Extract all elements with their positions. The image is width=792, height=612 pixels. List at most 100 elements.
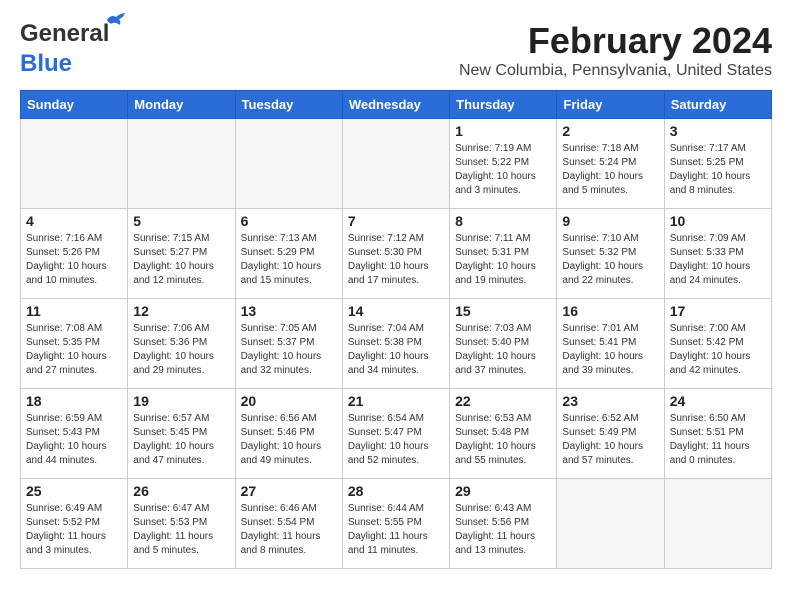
day-number: 25	[26, 483, 122, 499]
day-number: 5	[133, 213, 229, 229]
weekday-header: Saturday	[664, 91, 771, 119]
day-number: 3	[670, 123, 766, 139]
calendar-table: SundayMondayTuesdayWednesdayThursdayFrid…	[20, 90, 772, 569]
calendar-cell: 26Sunrise: 6:47 AMSunset: 5:53 PMDayligh…	[128, 479, 235, 569]
day-info: Sunrise: 6:54 AMSunset: 5:47 PMDaylight:…	[348, 412, 444, 468]
logo: General Blue	[20, 20, 109, 78]
day-info: Sunrise: 7:01 AMSunset: 5:41 PMDaylight:…	[562, 322, 658, 378]
day-number: 29	[455, 483, 551, 499]
day-info: Sunrise: 7:19 AMSunset: 5:22 PMDaylight:…	[455, 142, 551, 198]
calendar-cell: 28 Sunrise: 6:44 AMSunset: 5:55 PMDayligh…	[342, 479, 449, 569]
location-subtitle: New Columbia, Pennsylvania, United State…	[459, 62, 772, 80]
day-info: Sunrise: 7:16 AMSunset: 5:26 PMDaylight:…	[26, 232, 122, 288]
calendar-week-row: 25 Sunrise: 6:49 AMSunset: 5:52 PMDayligh…	[21, 479, 772, 569]
day-info: Sunrise: 6:50 AMSunset: 5:51 PMDaylight:…	[670, 412, 766, 468]
day-number: 1	[455, 123, 551, 139]
day-number: 19	[133, 393, 229, 409]
day-info: Sunrise: 7:00 AMSunset: 5:42 PMDaylight:…	[670, 322, 766, 378]
day-number: 18	[26, 393, 122, 409]
calendar-cell: 13 Sunrise: 7:05 AMSunset: 5:37 PMDayligh…	[235, 299, 342, 389]
day-number: 28	[348, 483, 444, 499]
day-number: 22	[455, 393, 551, 409]
day-info: Sunrise: 7:08 AMSunset: 5:35 PMDaylight:…	[26, 322, 122, 378]
day-number: 6	[241, 213, 337, 229]
logo-general: General	[20, 20, 109, 47]
title-block: February 2024 New Columbia, Pennsylvania…	[459, 20, 772, 80]
day-number: 21	[348, 393, 444, 409]
calendar-cell: 3 Sunrise: 7:17 AMSunset: 5:25 PMDaylight…	[664, 119, 771, 209]
day-number: 24	[670, 393, 766, 409]
calendar-cell: 29 Sunrise: 6:43 AMSunset: 5:56 PMDayligh…	[450, 479, 557, 569]
calendar-cell: 24 Sunrise: 6:50 AMSunset: 5:51 PMDayligh…	[664, 389, 771, 479]
day-info: Sunrise: 7:06 AMSunset: 5:36 PMDaylight:…	[133, 322, 229, 378]
day-number: 20	[241, 393, 337, 409]
day-number: 4	[26, 213, 122, 229]
weekday-header: Thursday	[450, 91, 557, 119]
day-info: Sunrise: 6:56 AMSunset: 5:46 PMDaylight:…	[241, 412, 337, 468]
day-info: Sunrise: 7:04 AMSunset: 5:38 PMDaylight:…	[348, 322, 444, 378]
day-number: 26	[133, 483, 229, 499]
calendar-cell: 8 Sunrise: 7:11 AMSunset: 5:31 PMDaylight…	[450, 209, 557, 299]
calendar-cell: 2 Sunrise: 7:18 AMSunset: 5:24 PMDaylight…	[557, 119, 664, 209]
weekday-header: Friday	[557, 91, 664, 119]
day-number: 14	[348, 303, 444, 319]
day-number: 7	[348, 213, 444, 229]
day-info: Sunrise: 6:59 AMSunset: 5:43 PMDaylight:…	[26, 412, 122, 468]
logo-bird-icon	[105, 12, 127, 28]
day-info: Sunrise: 6:53 AMSunset: 5:48 PMDaylight:…	[455, 412, 551, 468]
calendar-week-row: 1 Sunrise: 7:19 AMSunset: 5:22 PMDaylight…	[21, 119, 772, 209]
calendar-cell: 12 Sunrise: 7:06 AMSunset: 5:36 PMDayligh…	[128, 299, 235, 389]
calendar-cell: 6 Sunrise: 7:13 AMSunset: 5:29 PMDaylight…	[235, 209, 342, 299]
calendar-cell: 5Sunrise: 7:15 AMSunset: 5:27 PMDaylight…	[128, 209, 235, 299]
day-info: Sunrise: 7:11 AMSunset: 5:31 PMDaylight:…	[455, 232, 551, 288]
calendar-week-row: 18 Sunrise: 6:59 AMSunset: 5:43 PMDayligh…	[21, 389, 772, 479]
day-info: Sunrise: 7:09 AMSunset: 5:33 PMDaylight:…	[670, 232, 766, 288]
day-info: Sunrise: 7:05 AMSunset: 5:37 PMDaylight:…	[241, 322, 337, 378]
calendar-cell: 20 Sunrise: 6:56 AMSunset: 5:46 PMDayligh…	[235, 389, 342, 479]
day-info: Sunrise: 7:17 AMSunset: 5:25 PMDaylight:…	[670, 142, 766, 198]
calendar-cell	[21, 119, 128, 209]
day-number: 10	[670, 213, 766, 229]
calendar-cell	[128, 119, 235, 209]
day-info: Sunrise: 6:46 AMSunset: 5:54 PMDaylight:…	[241, 502, 337, 558]
day-number: 16	[562, 303, 658, 319]
day-info: Sunrise: 7:12 AMSunset: 5:30 PMDaylight:…	[348, 232, 444, 288]
calendar-cell: 14 Sunrise: 7:04 AMSunset: 5:38 PMDayligh…	[342, 299, 449, 389]
day-info: Sunrise: 6:49 AMSunset: 5:52 PMDaylight:…	[26, 502, 122, 558]
day-info: Sunrise: 7:03 AMSunset: 5:40 PMDaylight:…	[455, 322, 551, 378]
day-number: 8	[455, 213, 551, 229]
calendar-week-row: 11 Sunrise: 7:08 AMSunset: 5:35 PMDayligh…	[21, 299, 772, 389]
day-number: 15	[455, 303, 551, 319]
day-info: Sunrise: 6:52 AMSunset: 5:49 PMDaylight:…	[562, 412, 658, 468]
day-info: Sunrise: 7:18 AMSunset: 5:24 PMDaylight:…	[562, 142, 658, 198]
day-info: Sunrise: 6:44 AMSunset: 5:55 PMDaylight:…	[348, 502, 444, 558]
logo-blue: Blue	[20, 50, 72, 78]
calendar-header-row: SundayMondayTuesdayWednesdayThursdayFrid…	[21, 91, 772, 119]
weekday-header: Wednesday	[342, 91, 449, 119]
weekday-header: Tuesday	[235, 91, 342, 119]
calendar-cell: 18 Sunrise: 6:59 AMSunset: 5:43 PMDayligh…	[21, 389, 128, 479]
calendar-cell: 16 Sunrise: 7:01 AMSunset: 5:41 PMDayligh…	[557, 299, 664, 389]
calendar-cell	[342, 119, 449, 209]
calendar-cell: 25 Sunrise: 6:49 AMSunset: 5:52 PMDayligh…	[21, 479, 128, 569]
calendar-cell: 1 Sunrise: 7:19 AMSunset: 5:22 PMDaylight…	[450, 119, 557, 209]
calendar-cell: 22 Sunrise: 6:53 AMSunset: 5:48 PMDayligh…	[450, 389, 557, 479]
day-number: 9	[562, 213, 658, 229]
day-info: Sunrise: 7:13 AMSunset: 5:29 PMDaylight:…	[241, 232, 337, 288]
day-number: 11	[26, 303, 122, 319]
calendar-cell: 27Sunrise: 6:46 AMSunset: 5:54 PMDayligh…	[235, 479, 342, 569]
day-info: Sunrise: 7:10 AMSunset: 5:32 PMDaylight:…	[562, 232, 658, 288]
calendar-week-row: 4 Sunrise: 7:16 AMSunset: 5:26 PMDaylight…	[21, 209, 772, 299]
day-number: 17	[670, 303, 766, 319]
calendar-cell	[664, 479, 771, 569]
calendar-cell	[557, 479, 664, 569]
weekday-header: Sunday	[21, 91, 128, 119]
day-number: 12	[133, 303, 229, 319]
calendar-cell: 17 Sunrise: 7:00 AMSunset: 5:42 PMDayligh…	[664, 299, 771, 389]
day-number: 13	[241, 303, 337, 319]
day-info: Sunrise: 6:43 AMSunset: 5:56 PMDaylight:…	[455, 502, 551, 558]
day-info: Sunrise: 6:57 AMSunset: 5:45 PMDaylight:…	[133, 412, 229, 468]
page-header: General Blue February 2024 New Columbia,…	[20, 20, 772, 80]
day-number: 2	[562, 123, 658, 139]
calendar-cell: 7 Sunrise: 7:12 AMSunset: 5:30 PMDaylight…	[342, 209, 449, 299]
